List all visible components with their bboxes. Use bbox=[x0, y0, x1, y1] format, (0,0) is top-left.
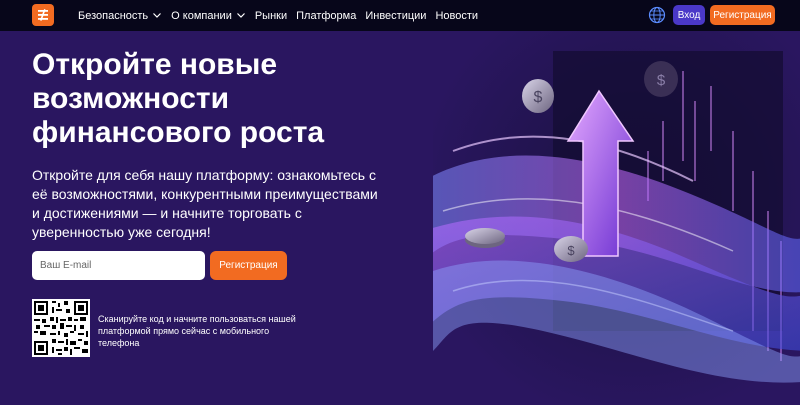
login-button[interactable]: Вход bbox=[673, 5, 705, 25]
email-field[interactable] bbox=[32, 251, 205, 280]
nav-item-label: О компании bbox=[171, 9, 232, 22]
chevron-down-icon bbox=[153, 13, 162, 18]
hero-title-line: Откройте новые bbox=[32, 48, 278, 81]
hero-title-line: возможности bbox=[32, 82, 230, 115]
svg-text:$: $ bbox=[534, 89, 543, 106]
nav-item-markets[interactable]: Рынки bbox=[255, 10, 287, 22]
svg-text:$: $ bbox=[657, 72, 666, 89]
nav-item-security[interactable]: Безопасность bbox=[78, 10, 171, 22]
hero-illustration: $ $ $ bbox=[433, 31, 800, 405]
hero-title-line: финансового роста bbox=[32, 116, 325, 149]
nav-item-label: Безопасность bbox=[78, 9, 149, 22]
hero-title: Откройте новые возможности финансового р… bbox=[32, 48, 412, 150]
nav-item-label: Платформа bbox=[296, 9, 357, 22]
qr-code-icon bbox=[32, 299, 90, 357]
nav-item-investments[interactable]: Инвестиции bbox=[365, 10, 426, 22]
globe-icon[interactable] bbox=[648, 6, 666, 24]
qr-instructions: Сканируйте код и начните пользоваться на… bbox=[98, 314, 296, 348]
top-navigation-bar: Безопасность О компании Рынки Платформа … bbox=[0, 0, 800, 31]
nav-item-label: Инвестиции bbox=[365, 9, 427, 22]
nav-item-label: Новости bbox=[435, 9, 479, 22]
nav-item-platform[interactable]: Платформа bbox=[296, 10, 356, 22]
hero-register-button[interactable]: Регистрация bbox=[210, 251, 287, 280]
main-nav: Безопасность О компании Рынки Платформа … bbox=[78, 0, 487, 31]
header-register-button[interactable]: Регистрация bbox=[710, 5, 775, 25]
nav-item-label: Рынки bbox=[254, 9, 288, 22]
logo-icon[interactable] bbox=[32, 4, 54, 26]
nav-item-news[interactable]: Новости bbox=[435, 10, 478, 22]
chevron-down-icon bbox=[236, 13, 245, 18]
hero-description: Откройте для себя нашу платформу: ознако… bbox=[32, 167, 378, 240]
svg-text:$: $ bbox=[567, 243, 575, 258]
nav-item-about[interactable]: О компании bbox=[171, 10, 255, 22]
